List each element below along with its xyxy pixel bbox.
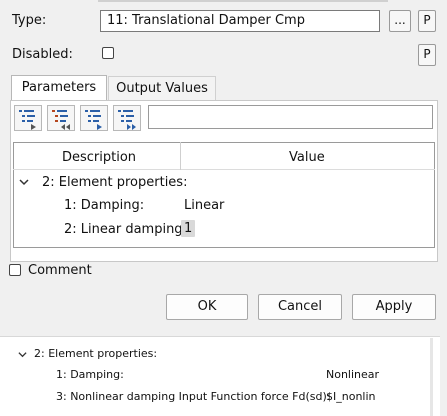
snippet-row-damping-value[interactable]: Nonlinear	[326, 368, 379, 381]
snippet-row-damping-desc: 1: Damping:	[56, 368, 124, 381]
header-description[interactable]: Description	[62, 150, 136, 165]
row-linear-damping-desc: 2: Linear damping:	[64, 222, 187, 237]
chevron-down-icon[interactable]	[19, 176, 29, 191]
expand-all-icon[interactable]	[47, 105, 75, 131]
tab-output-values[interactable]: Output Values	[108, 76, 216, 101]
filter-input[interactable]	[148, 105, 433, 129]
row-damping-desc: 1: Damping:	[64, 198, 145, 213]
snippet-group: 2: Element properties:	[34, 347, 158, 360]
top-divider	[98, 0, 388, 2]
comment-checkbox[interactable]	[9, 264, 21, 276]
collapse-one-icon[interactable]	[80, 105, 108, 131]
ok-button[interactable]: OK	[166, 294, 248, 320]
row-damping-value[interactable]: Linear	[184, 198, 224, 213]
type-label: Type:	[12, 13, 47, 28]
p-button-type[interactable]: P	[418, 10, 436, 32]
disabled-checkbox[interactable]	[102, 47, 114, 59]
snippet-row-nonlinear-desc: 3: Nonlinear damping Input Function forc…	[56, 390, 331, 403]
snippet-scrollbar[interactable]	[430, 338, 433, 416]
cancel-button[interactable]: Cancel	[258, 294, 342, 320]
browse-button[interactable]: ...	[389, 10, 411, 32]
group-element-properties: 2: Element properties:	[42, 175, 188, 190]
disabled-label: Disabled:	[12, 47, 73, 62]
tab-parameters[interactable]: Parameters	[11, 75, 107, 101]
collapse-all-icon[interactable]	[113, 105, 141, 131]
chevron-down-icon[interactable]	[18, 348, 27, 363]
p-button-disabled[interactable]: P	[418, 44, 436, 66]
column-separator[interactable]	[180, 142, 181, 170]
snippet-row-nonlinear-value[interactable]: $I_nonlin	[326, 390, 376, 403]
comment-label: Comment	[28, 263, 92, 278]
header-value[interactable]: Value	[289, 150, 325, 165]
type-field[interactable]: 11: Translational Damper Cmp	[100, 10, 380, 32]
expand-one-icon[interactable]	[14, 105, 42, 131]
apply-button[interactable]: Apply	[352, 294, 436, 320]
row-linear-damping-value[interactable]: 1	[181, 220, 196, 237]
